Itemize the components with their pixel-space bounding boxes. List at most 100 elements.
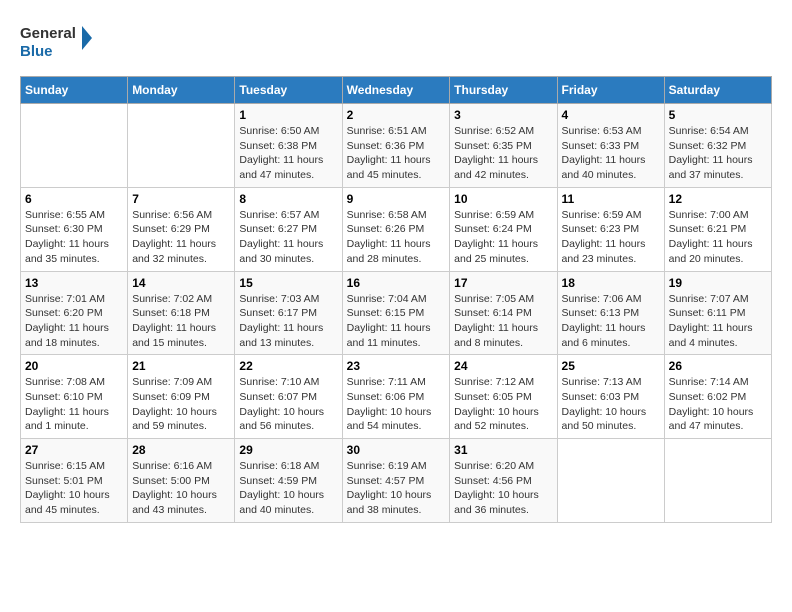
calendar-cell: 12Sunrise: 7:00 AM Sunset: 6:21 PM Dayli… <box>664 187 771 271</box>
calendar-cell: 27Sunrise: 6:15 AM Sunset: 5:01 PM Dayli… <box>21 439 128 523</box>
header-day: Tuesday <box>235 77 342 104</box>
calendar-cell: 28Sunrise: 6:16 AM Sunset: 5:00 PM Dayli… <box>128 439 235 523</box>
day-info: Sunrise: 7:11 AM Sunset: 6:06 PM Dayligh… <box>347 375 446 434</box>
day-info: Sunrise: 6:55 AM Sunset: 6:30 PM Dayligh… <box>25 208 123 267</box>
calendar-cell: 2 Sunrise: 6:51 AM Sunset: 6:36 PM Daylig… <box>342 104 450 188</box>
day-info: Sunrise: 7:08 AM Sunset: 6:10 PM Dayligh… <box>25 375 123 434</box>
day-number: 5 <box>669 108 767 122</box>
day-info: Sunrise: 7:04 AM Sunset: 6:15 PM Dayligh… <box>347 292 446 351</box>
calendar-cell: 5 Sunrise: 6:54 AM Sunset: 6:32 PM Daylig… <box>664 104 771 188</box>
day-info: Sunrise: 7:01 AM Sunset: 6:20 PM Dayligh… <box>25 292 123 351</box>
day-number: 3 <box>454 108 552 122</box>
calendar-cell <box>128 104 235 188</box>
calendar-cell: 17 Sunrise: 7:05 AM Sunset: 6:14 PM Dayli… <box>450 271 557 355</box>
calendar-cell: 6 Sunrise: 6:55 AM Sunset: 6:30 PM Daylig… <box>21 187 128 271</box>
calendar-cell: 19 Sunrise: 7:07 AM Sunset: 6:11 PM Dayli… <box>664 271 771 355</box>
day-number: 27 <box>25 443 123 457</box>
calendar-cell <box>664 439 771 523</box>
day-number: 18 <box>562 276 660 290</box>
day-info: Sunrise: 7:12 AM Sunset: 6:05 PM Dayligh… <box>454 375 552 434</box>
day-number: 31 <box>454 443 552 457</box>
calendar-cell: 4 Sunrise: 6:53 AM Sunset: 6:33 PM Daylig… <box>557 104 664 188</box>
day-info: Sunrise: 7:14 AM Sunset: 6:02 PM Dayligh… <box>669 375 767 434</box>
header-day: Friday <box>557 77 664 104</box>
day-number: 25 <box>562 359 660 373</box>
day-number: 21 <box>132 359 230 373</box>
day-info: Sunrise: 6:52 AM Sunset: 6:35 PM Dayligh… <box>454 124 552 183</box>
calendar-cell: 16 Sunrise: 7:04 AM Sunset: 6:15 PM Dayli… <box>342 271 450 355</box>
calendar-cell: 1Sunrise: 6:50 AM Sunset: 6:38 PM Daylig… <box>235 104 342 188</box>
day-info: Sunrise: 7:13 AM Sunset: 6:03 PM Dayligh… <box>562 375 660 434</box>
day-number: 8 <box>239 192 337 206</box>
calendar-cell: 9 Sunrise: 6:58 AM Sunset: 6:26 PM Daylig… <box>342 187 450 271</box>
day-info: Sunrise: 6:54 AM Sunset: 6:32 PM Dayligh… <box>669 124 767 183</box>
day-number: 4 <box>562 108 660 122</box>
day-number: 6 <box>25 192 123 206</box>
day-number: 19 <box>669 276 767 290</box>
calendar-cell: 29Sunrise: 6:18 AM Sunset: 4:59 PM Dayli… <box>235 439 342 523</box>
calendar-cell: 22Sunrise: 7:10 AM Sunset: 6:07 PM Dayli… <box>235 355 342 439</box>
day-info: Sunrise: 7:03 AM Sunset: 6:17 PM Dayligh… <box>239 292 337 351</box>
calendar-cell: 18 Sunrise: 7:06 AM Sunset: 6:13 PM Dayli… <box>557 271 664 355</box>
calendar-cell: 14 Sunrise: 7:02 AM Sunset: 6:18 PM Dayli… <box>128 271 235 355</box>
day-info: Sunrise: 7:07 AM Sunset: 6:11 PM Dayligh… <box>669 292 767 351</box>
calendar-cell: 8 Sunrise: 6:57 AM Sunset: 6:27 PM Daylig… <box>235 187 342 271</box>
day-number: 10 <box>454 192 552 206</box>
calendar-cell: 3 Sunrise: 6:52 AM Sunset: 6:35 PM Daylig… <box>450 104 557 188</box>
day-number: 13 <box>25 276 123 290</box>
calendar-cell: 15 Sunrise: 7:03 AM Sunset: 6:17 PM Dayli… <box>235 271 342 355</box>
day-info: Sunrise: 7:00 AM Sunset: 6:21 PM Dayligh… <box>669 208 767 267</box>
header-day: Wednesday <box>342 77 450 104</box>
day-number: 9 <box>347 192 446 206</box>
day-info: Sunrise: 7:02 AM Sunset: 6:18 PM Dayligh… <box>132 292 230 351</box>
day-info: Sunrise: 6:50 AM Sunset: 6:38 PM Dayligh… <box>239 124 337 183</box>
calendar-week-row: 13 Sunrise: 7:01 AM Sunset: 6:20 PM Dayli… <box>21 271 772 355</box>
svg-text:Blue: Blue <box>20 43 53 60</box>
calendar-cell: 7Sunrise: 6:56 AM Sunset: 6:29 PM Daylig… <box>128 187 235 271</box>
day-number: 20 <box>25 359 123 373</box>
day-info: Sunrise: 7:06 AM Sunset: 6:13 PM Dayligh… <box>562 292 660 351</box>
day-number: 11 <box>562 192 660 206</box>
day-number: 26 <box>669 359 767 373</box>
header-day: Saturday <box>664 77 771 104</box>
calendar-cell: 23Sunrise: 7:11 AM Sunset: 6:06 PM Dayli… <box>342 355 450 439</box>
calendar-cell: 10 Sunrise: 6:59 AM Sunset: 6:24 PM Dayli… <box>450 187 557 271</box>
day-info: Sunrise: 7:05 AM Sunset: 6:14 PM Dayligh… <box>454 292 552 351</box>
header-row: SundayMondayTuesdayWednesdayThursdayFrid… <box>21 77 772 104</box>
calendar-table: SundayMondayTuesdayWednesdayThursdayFrid… <box>20 76 772 523</box>
calendar-week-row: 6 Sunrise: 6:55 AM Sunset: 6:30 PM Daylig… <box>21 187 772 271</box>
calendar-cell: 20 Sunrise: 7:08 AM Sunset: 6:10 PM Dayli… <box>21 355 128 439</box>
day-number: 22 <box>239 359 337 373</box>
calendar-cell: 25 Sunrise: 7:13 AM Sunset: 6:03 PM Dayli… <box>557 355 664 439</box>
day-info: Sunrise: 6:59 AM Sunset: 6:23 PM Dayligh… <box>562 208 660 267</box>
day-number: 14 <box>132 276 230 290</box>
day-number: 17 <box>454 276 552 290</box>
day-info: Sunrise: 6:57 AM Sunset: 6:27 PM Dayligh… <box>239 208 337 267</box>
day-number: 30 <box>347 443 446 457</box>
calendar-cell: 30 Sunrise: 6:19 AM Sunset: 4:57 PM Dayli… <box>342 439 450 523</box>
calendar-cell: 26 Sunrise: 7:14 AM Sunset: 6:02 PM Dayli… <box>664 355 771 439</box>
header-day: Thursday <box>450 77 557 104</box>
day-number: 15 <box>239 276 337 290</box>
day-info: Sunrise: 6:59 AM Sunset: 6:24 PM Dayligh… <box>454 208 552 267</box>
calendar-cell: 11 Sunrise: 6:59 AM Sunset: 6:23 PM Dayli… <box>557 187 664 271</box>
day-number: 16 <box>347 276 446 290</box>
day-info: Sunrise: 6:58 AM Sunset: 6:26 PM Dayligh… <box>347 208 446 267</box>
day-info: Sunrise: 6:20 AM Sunset: 4:56 PM Dayligh… <box>454 459 552 518</box>
logo: GeneralBlue <box>20 20 100 60</box>
page-header: GeneralBlue <box>20 20 772 60</box>
day-number: 2 <box>347 108 446 122</box>
day-number: 29 <box>239 443 337 457</box>
day-info: Sunrise: 6:53 AM Sunset: 6:33 PM Dayligh… <box>562 124 660 183</box>
day-info: Sunrise: 7:09 AM Sunset: 6:09 PM Dayligh… <box>132 375 230 434</box>
day-info: Sunrise: 6:51 AM Sunset: 6:36 PM Dayligh… <box>347 124 446 183</box>
calendar-cell: 31 Sunrise: 6:20 AM Sunset: 4:56 PM Dayli… <box>450 439 557 523</box>
calendar-cell <box>557 439 664 523</box>
day-info: Sunrise: 6:19 AM Sunset: 4:57 PM Dayligh… <box>347 459 446 518</box>
day-info: Sunrise: 6:16 AM Sunset: 5:00 PM Dayligh… <box>132 459 230 518</box>
calendar-cell: 13 Sunrise: 7:01 AM Sunset: 6:20 PM Dayli… <box>21 271 128 355</box>
day-number: 24 <box>454 359 552 373</box>
header-day: Monday <box>128 77 235 104</box>
calendar-cell: 24 Sunrise: 7:12 AM Sunset: 6:05 PM Dayli… <box>450 355 557 439</box>
calendar-week-row: 20 Sunrise: 7:08 AM Sunset: 6:10 PM Dayli… <box>21 355 772 439</box>
